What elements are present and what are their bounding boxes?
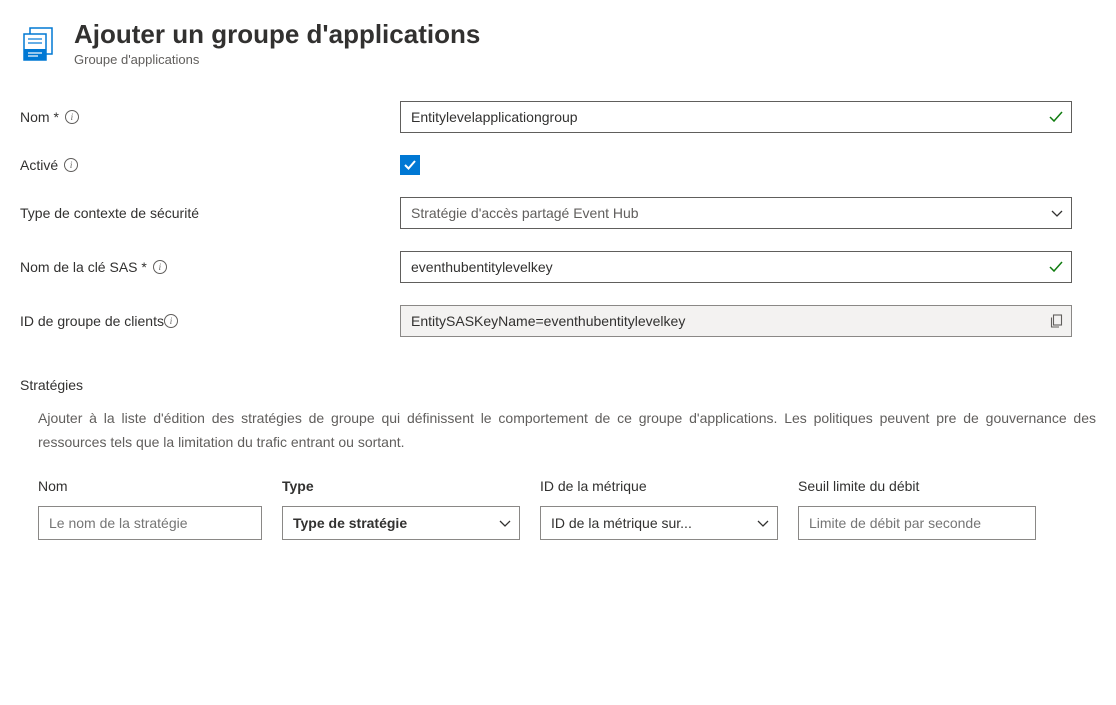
policies-description: Ajouter à la liste d'édition des stratég… bbox=[20, 407, 1096, 455]
client-group-id-input bbox=[400, 305, 1072, 337]
policies-table-row: Type de stratégie ID de la métrique sur.… bbox=[20, 506, 1096, 540]
client-group-id-label: ID de groupe de clients bbox=[20, 313, 164, 329]
sas-key-input[interactable] bbox=[400, 251, 1072, 283]
col-header-metric: ID de la métrique bbox=[540, 478, 778, 494]
info-icon[interactable]: i bbox=[164, 314, 178, 328]
name-input[interactable] bbox=[400, 101, 1072, 133]
col-header-rate: Seuil limite du débit bbox=[798, 478, 1036, 494]
security-context-select[interactable]: Stratégie d'accès partagé Event Hub bbox=[400, 197, 1072, 229]
policies-section-label: Stratégies bbox=[20, 377, 1096, 393]
security-context-label: Type de contexte de sécurité bbox=[20, 205, 199, 221]
page-subtitle: Groupe d'applications bbox=[74, 52, 480, 67]
check-icon bbox=[403, 158, 417, 172]
info-icon[interactable]: i bbox=[153, 260, 167, 274]
enabled-checkbox[interactable] bbox=[400, 155, 420, 175]
page-header: Ajouter un groupe d'applications Groupe … bbox=[20, 20, 1096, 67]
policy-type-select[interactable]: Type de stratégie bbox=[282, 506, 520, 540]
col-header-type: Type bbox=[282, 478, 520, 494]
page-title: Ajouter un groupe d'applications bbox=[74, 20, 480, 50]
sas-key-label: Nom de la clé SAS * bbox=[20, 259, 147, 275]
policy-rate-input[interactable] bbox=[798, 506, 1036, 540]
policies-table-header: Nom Type ID de la métrique Seuil limite … bbox=[20, 478, 1096, 494]
info-icon[interactable]: i bbox=[64, 158, 78, 172]
app-group-icon bbox=[20, 24, 60, 64]
enabled-label: Activé bbox=[20, 157, 58, 173]
policy-name-input[interactable] bbox=[38, 506, 262, 540]
copy-icon[interactable] bbox=[1049, 313, 1064, 328]
col-header-name: Nom bbox=[38, 478, 262, 494]
name-label: Nom * bbox=[20, 109, 59, 125]
policy-metric-select[interactable]: ID de la métrique sur... bbox=[540, 506, 778, 540]
info-icon[interactable]: i bbox=[65, 110, 79, 124]
